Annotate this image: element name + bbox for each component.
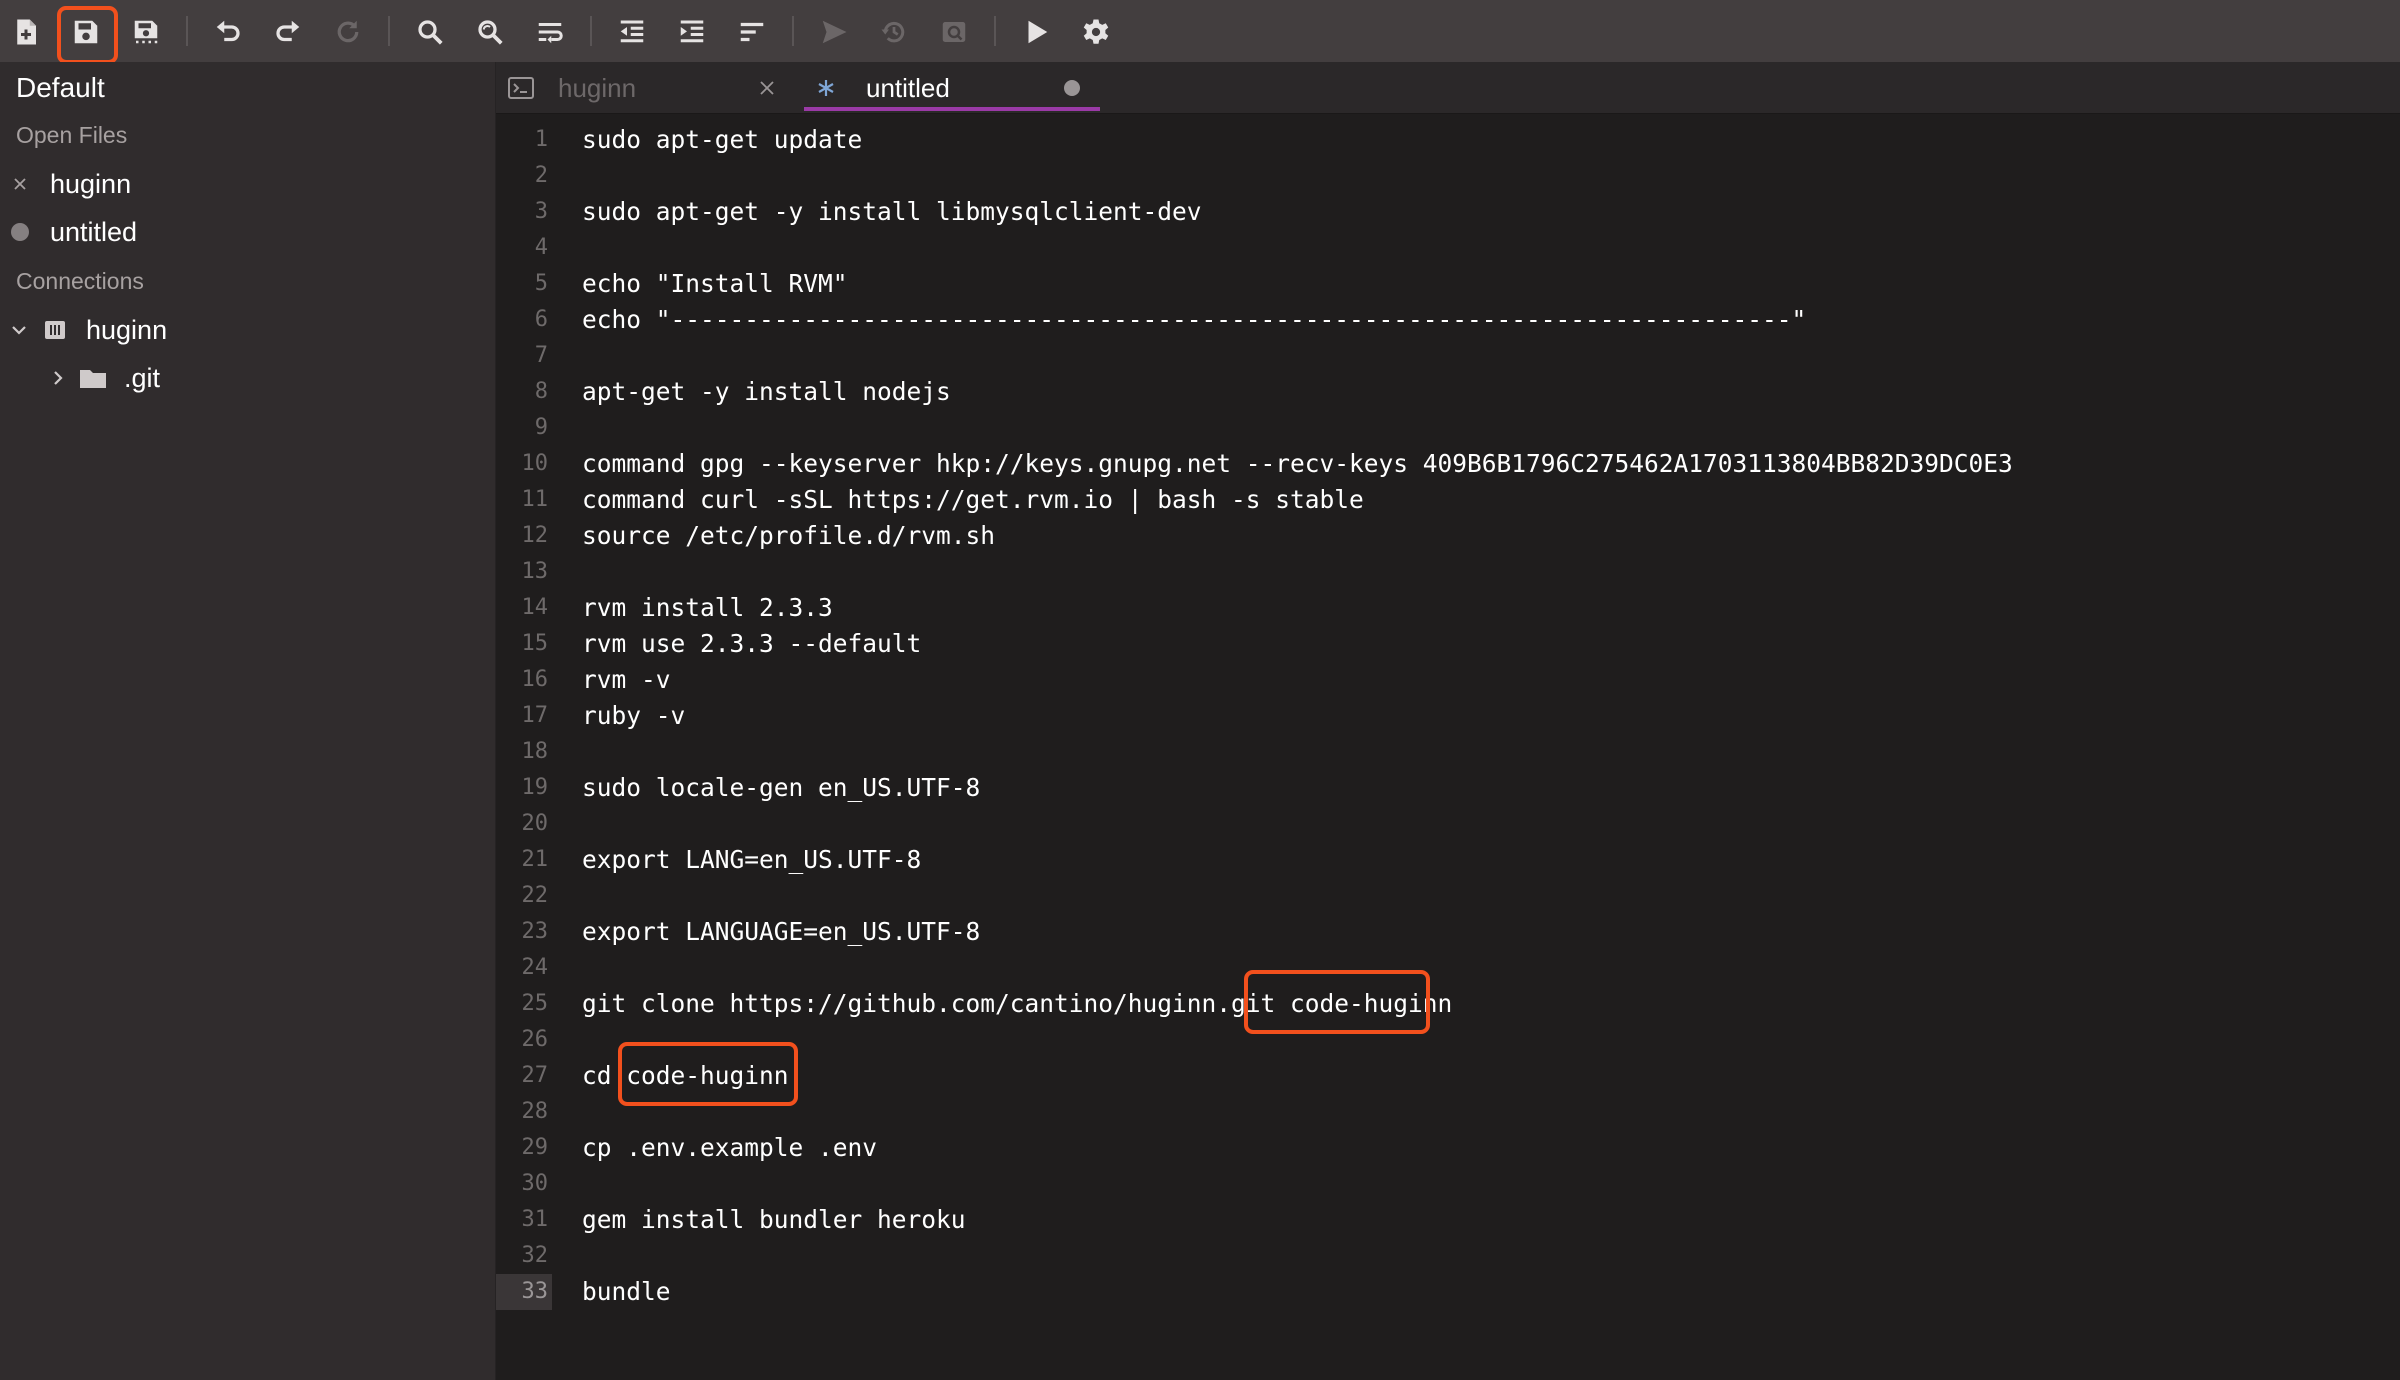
save-button-highlight [57,6,118,64]
line-number: 9 [534,415,548,440]
code-line[interactable]: source /etc/profile.d/rvm.sh [582,518,995,554]
line-number: 33 [496,1274,552,1310]
send-icon[interactable] [814,12,854,52]
tab-label: huginn [558,72,637,103]
code-huginn-highlight-2 [618,1042,798,1106]
code-line[interactable]: sudo locale-gen en_US.UTF-8 [582,770,980,806]
line-number: 2 [534,163,548,188]
active-tab-indicator [804,107,1100,111]
code-line[interactable]: echo "Install RVM" [582,266,848,302]
folder-git[interactable]: .git [0,358,496,398]
outdent-icon[interactable] [612,12,652,52]
code-line[interactable]: command curl -sSL https://get.rvm.io | b… [582,482,1364,518]
modified-dot-icon[interactable] [1064,80,1080,96]
indent-icon[interactable] [672,12,712,52]
run-icon[interactable] [1016,12,1056,52]
undo-icon[interactable] [208,12,248,52]
line-number: 21 [521,847,549,872]
line-number: 28 [521,1099,549,1124]
code-line[interactable]: apt-get -y install nodejs [582,374,951,410]
line-number: 5 [534,271,548,296]
code-line[interactable]: rvm install 2.3.3 [582,590,833,626]
connection-label: huginn [86,314,168,345]
history-icon[interactable] [874,12,914,52]
code-line[interactable]: ruby -v [582,698,685,734]
line-number: 30 [521,1171,549,1196]
line-number: 16 [521,667,549,692]
code-line[interactable]: export LANG=en_US.UTF-8 [582,842,921,878]
code-line[interactable]: rvm -v [582,662,671,698]
code-huginn-highlight-1 [1244,970,1430,1034]
word-wrap-icon[interactable] [530,12,570,52]
line-number: 14 [521,595,549,620]
open-files-header: Open Files [16,122,128,148]
line-number: 32 [521,1243,549,1268]
line-number: 6 [534,307,548,332]
code-line[interactable]: bundle [582,1274,671,1310]
line-number: 10 [521,451,549,476]
new-file-icon[interactable] [6,12,46,52]
chevron-down-icon[interactable] [0,321,38,339]
sidebar-title: Default [16,72,105,103]
toolbar [0,0,2400,64]
code-line[interactable]: export LANGUAGE=en_US.UTF-8 [582,914,980,950]
screenshot-icon[interactable] [934,12,974,52]
line-number: 23 [521,919,549,944]
tab-huginn[interactable]: huginn [496,62,796,114]
open-file-label: huginn [50,168,132,199]
line-number: 15 [521,631,549,656]
code-line[interactable]: rvm use 2.3.3 --default [582,626,921,662]
line-number: 25 [521,991,549,1016]
terminal-icon [508,77,554,99]
close-icon[interactable] [758,79,776,102]
database-icon [38,318,72,342]
line-number: 20 [521,811,549,836]
tab-label: untitled [866,72,950,103]
open-file-huginn[interactable]: huginn [0,164,496,204]
line-number: 26 [521,1027,549,1052]
line-number: 27 [521,1063,549,1088]
close-icon[interactable] [0,176,40,192]
search-icon[interactable] [410,12,450,52]
open-file-label: untitled [50,216,138,247]
code-line[interactable]: command gpg --keyserver hkp://keys.gnupg… [582,446,2013,482]
folder-label: .git [124,362,161,393]
line-number: 11 [521,487,549,512]
sidebar: Default Open Files huginn untitled Conne… [0,62,496,1380]
connections-header: Connections [16,268,144,294]
line-number: 17 [521,703,549,728]
tab-bar: huginn untitled [496,62,2400,114]
search-replace-icon[interactable] [470,12,510,52]
code-line[interactable]: cp .env.example .env [582,1130,877,1166]
line-number: 19 [521,775,549,800]
modified-dot-icon [0,223,40,241]
line-number: 24 [521,955,549,980]
code-editor[interactable]: 1 2 3 4 5 6 7 8 9 10 11 12 13 14 15 16 17 18 19 20 21 22 23 24 2… [496,114,2400,1380]
line-number: 12 [521,523,549,548]
save-all-icon[interactable] [126,12,166,52]
connection-huginn[interactable]: huginn [0,310,496,350]
code-line[interactable]: gem install bundler heroku [582,1202,966,1238]
code-line[interactable]: echo "----------------------------------… [582,302,1806,338]
line-number: 7 [534,343,548,368]
chevron-right-icon[interactable] [40,369,76,387]
redo-icon[interactable] [268,12,308,52]
line-number: 8 [534,379,548,404]
line-number: 31 [521,1207,549,1232]
line-number: 29 [521,1135,549,1160]
line-number: 18 [521,739,549,764]
line-number: 22 [521,883,549,908]
code-line[interactable]: sudo apt-get update [582,122,862,158]
line-number: 13 [521,559,549,584]
folder-icon [76,366,110,390]
line-number: 3 [534,199,548,224]
code-line[interactable]: sudo apt-get -y install libmysqlclient-d… [582,194,1202,230]
line-number: 1 [534,127,548,152]
asterisk-icon [816,78,856,98]
refresh-icon[interactable] [328,12,368,52]
open-file-untitled[interactable]: untitled [0,212,496,252]
settings-icon[interactable] [1076,12,1116,52]
line-number: 4 [534,235,548,260]
format-icon[interactable] [732,12,772,52]
